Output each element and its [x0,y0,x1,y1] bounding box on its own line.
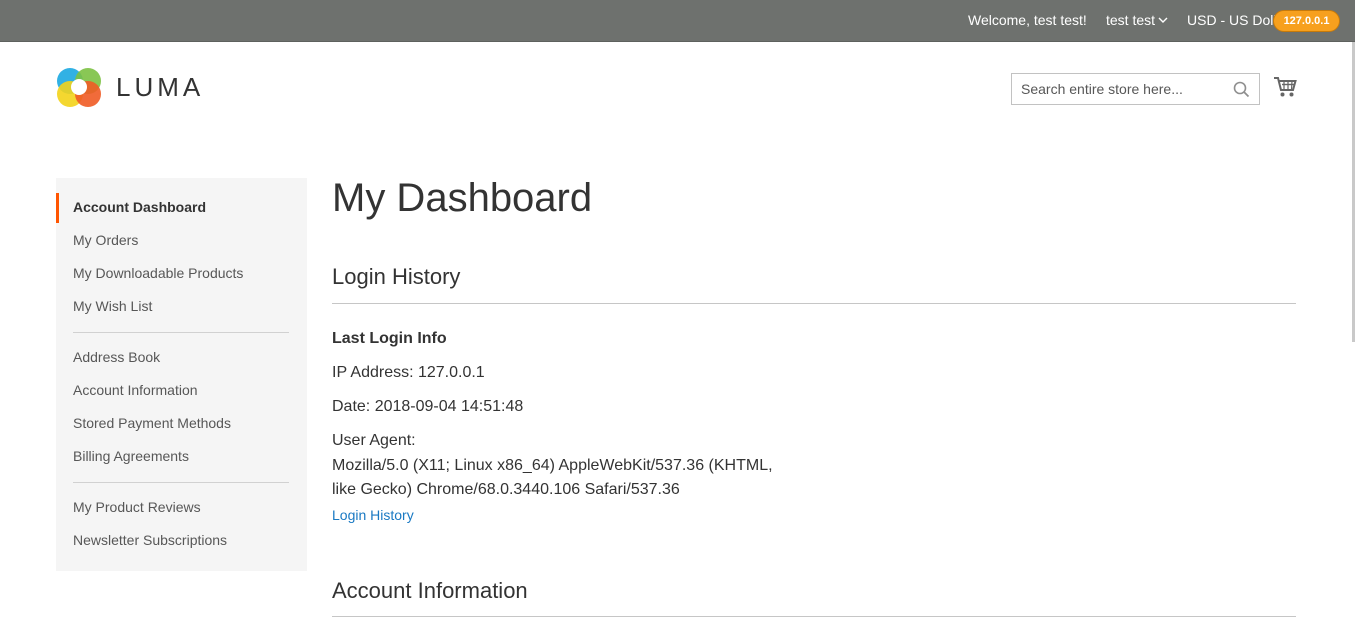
welcome-message: Welcome, test test! [968,12,1087,28]
login-history-link[interactable]: Login History [332,507,414,523]
account-information-title: Account Information [332,578,528,603]
sidebar-item-my-orders[interactable]: My Orders [73,232,138,248]
sidebar-item-address-book[interactable]: Address Book [73,349,160,365]
sidebar-item-account-dashboard[interactable]: Account Dashboard [73,199,206,215]
search-input[interactable] [1012,74,1222,104]
login-date: Date: 2018-09-04 14:51:48 [332,398,524,415]
chevron-down-icon [1158,17,1168,23]
login-history-title: Login History [332,264,461,289]
logo-text: LUMA [116,71,205,102]
cart-icon[interactable] [1273,76,1297,98]
sidebar-item-product-reviews[interactable]: My Product Reviews [73,499,201,515]
sidebar-item-newsletter-subscriptions[interactable]: Newsletter Subscriptions [73,532,227,548]
sidebar-item-stored-payment-methods[interactable]: Stored Payment Methods [73,415,231,431]
user-agent-label: User Agent: [332,432,416,449]
ip-address: IP Address: 127.0.0.1 [332,364,485,381]
sidebar-item-downloadable-products[interactable]: My Downloadable Products [73,265,243,281]
currency-switcher[interactable]: USD - US Dollar [1187,12,1277,28]
sidebar-item-account-information[interactable]: Account Information [73,382,198,398]
search-icon[interactable] [1233,81,1250,98]
customer-name: test test [1106,12,1156,28]
sidebar-divider [73,482,289,483]
user-agent-value: Mozilla/5.0 (X11; Linux x86_64) AppleWeb… [332,457,773,498]
active-indicator [56,193,59,223]
customer-menu[interactable]: test test [1106,12,1168,28]
search-box [1011,73,1260,105]
section-divider [332,303,1296,304]
last-login-info-title: Last Login Info [332,330,447,347]
sidebar-divider [73,332,289,333]
sidebar-item-billing-agreements[interactable]: Billing Agreements [73,448,189,464]
page-title: My Dashboard [332,176,593,220]
store-logo[interactable]: LUMA [56,64,204,110]
section-divider [332,616,1296,617]
sidebar-item-wish-list[interactable]: My Wish List [73,298,152,314]
top-bar: Welcome, test test! test test USD - US D… [0,0,1355,42]
luma-logo-icon [57,68,101,107]
account-sidebar: Account Dashboard My Orders My Downloada… [56,178,307,571]
ip-badge: 127.0.0.1 [1273,10,1340,32]
